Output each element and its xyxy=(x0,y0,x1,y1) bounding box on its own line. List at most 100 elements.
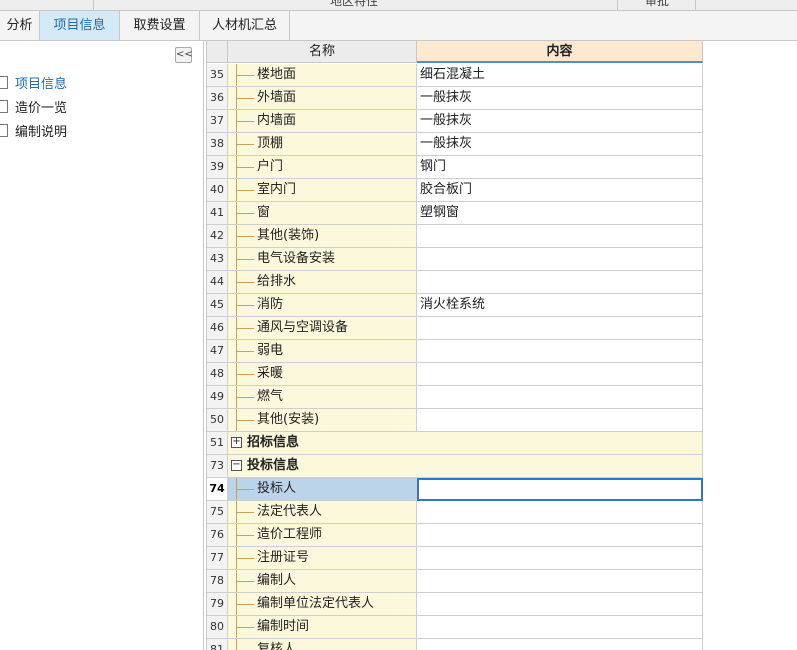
table-row[interactable]: 38 顶棚 一般抹灰 xyxy=(207,133,703,156)
document-icon xyxy=(0,124,8,137)
content-cell[interactable] xyxy=(417,409,703,432)
content-cell[interactable] xyxy=(417,616,703,639)
name-cell[interactable]: 采暖 xyxy=(228,363,417,386)
name-cell[interactable]: 顶棚 xyxy=(228,133,417,156)
name-cell[interactable]: 燃气 xyxy=(228,386,417,409)
table-row[interactable]: 77 注册证号 xyxy=(207,547,703,570)
table-row[interactable]: 43 电气设备安装 xyxy=(207,248,703,271)
name-cell[interactable]: 窗 xyxy=(228,202,417,225)
column-header-name[interactable]: 名称 xyxy=(228,41,417,63)
table-row[interactable]: 44 给排水 xyxy=(207,271,703,294)
name-cell[interactable]: 造价工程师 xyxy=(228,524,417,547)
nav-item-compile-notes[interactable]: 编制说明 xyxy=(0,123,67,143)
table-row[interactable]: 75 法定代表人 xyxy=(207,501,703,524)
tab-labor-material-summary[interactable]: 人材机汇总 xyxy=(200,11,290,40)
nav-item-project-info[interactable]: 项目信息 xyxy=(0,75,67,95)
content-cell[interactable] xyxy=(417,386,703,409)
content-cell[interactable]: 一般抹灰 xyxy=(417,110,703,133)
table-row[interactable]: 49 燃气 xyxy=(207,386,703,409)
name-cell[interactable]: 编制时间 xyxy=(228,616,417,639)
name-text: 楼地面 xyxy=(257,67,297,82)
name-cell[interactable]: 编制单位法定代表人 xyxy=(228,593,417,616)
name-cell[interactable]: 法定代表人 xyxy=(228,501,417,524)
table-row[interactable]: 46 通风与空调设备 xyxy=(207,317,703,340)
name-cell[interactable]: 注册证号 xyxy=(228,547,417,570)
content-cell[interactable] xyxy=(417,478,703,501)
content-cell[interactable]: 一般抹灰 xyxy=(417,87,703,110)
group-row[interactable]: 73− 投标信息 xyxy=(207,455,703,478)
nav-item-cost-overview[interactable]: 造价一览 xyxy=(0,99,67,119)
name-cell[interactable]: 户门 xyxy=(228,156,417,179)
expand-icon[interactable]: + xyxy=(231,437,242,448)
name-cell[interactable]: 弱电 xyxy=(228,340,417,363)
name-cell[interactable]: + 招标信息 xyxy=(228,432,703,455)
name-cell[interactable]: 投标人 xyxy=(228,478,417,501)
table-row[interactable]: 37 内墙面 一般抹灰 xyxy=(207,110,703,133)
content-cell[interactable]: 钢门 xyxy=(417,156,703,179)
content-cell[interactable] xyxy=(417,501,703,524)
table-row[interactable]: 39 户门 钢门 xyxy=(207,156,703,179)
name-cell[interactable]: 给排水 xyxy=(228,271,417,294)
content-cell[interactable] xyxy=(417,524,703,547)
tree-line xyxy=(236,213,254,214)
name-cell[interactable]: 其他(装饰) xyxy=(228,225,417,248)
row-number: 36 xyxy=(207,87,228,110)
row-number: 51 xyxy=(207,432,228,455)
table-row[interactable]: 48 采暖 xyxy=(207,363,703,386)
collapse-icon[interactable]: − xyxy=(231,460,242,471)
tree-line xyxy=(236,604,254,605)
content-cell[interactable] xyxy=(417,363,703,386)
group-row[interactable]: 51 + 招标信息 xyxy=(207,432,703,455)
content-cell[interactable] xyxy=(417,225,703,248)
name-cell[interactable]: 通风与空调设备 xyxy=(228,317,417,340)
name-cell[interactable]: 楼地面 xyxy=(228,64,417,87)
content-cell[interactable] xyxy=(417,570,703,593)
content-cell[interactable] xyxy=(417,340,703,363)
tab-analysis[interactable]: 分析 xyxy=(0,11,40,40)
table-row[interactable]: 80 编制时间 xyxy=(207,616,703,639)
table-row[interactable]: 42 其他(装饰) xyxy=(207,225,703,248)
content-cell[interactable] xyxy=(417,639,703,650)
table-row[interactable]: 45 消防 消火栓系统 xyxy=(207,294,703,317)
table-row[interactable]: 74 投标人 xyxy=(207,478,703,501)
document-icon xyxy=(0,100,8,113)
column-header-content[interactable]: 内容 xyxy=(417,41,703,63)
name-cell[interactable]: 室内门 xyxy=(228,179,417,202)
name-cell[interactable]: 编制人 xyxy=(228,570,417,593)
table-row[interactable]: 35 楼地面 细石混凝土 xyxy=(207,64,703,87)
name-cell[interactable]: − 投标信息 xyxy=(228,455,703,478)
table-row[interactable]: 50 其他(安装) xyxy=(207,409,703,432)
name-text: 顶棚 xyxy=(257,136,284,151)
content-cell[interactable]: 塑钢窗 xyxy=(417,202,703,225)
content-cell[interactable] xyxy=(417,593,703,616)
content-cell[interactable] xyxy=(417,271,703,294)
content-cell[interactable] xyxy=(417,248,703,271)
table-row[interactable]: 79 编制单位法定代表人 xyxy=(207,593,703,616)
content-cell[interactable] xyxy=(417,317,703,340)
table-row[interactable]: 36 外墙面 一般抹灰 xyxy=(207,87,703,110)
content-cell[interactable]: 胶合板门 xyxy=(417,179,703,202)
table-row[interactable]: 78 编制人 xyxy=(207,570,703,593)
name-cell[interactable]: 其他(安装) xyxy=(228,409,417,432)
name-cell[interactable]: 复核人 xyxy=(228,639,417,650)
table-row[interactable]: 41 窗 塑钢窗 xyxy=(207,202,703,225)
content-cell[interactable]: 细石混凝土 xyxy=(417,64,703,87)
row-number: 79 xyxy=(207,593,228,616)
name-cell[interactable]: 内墙面 xyxy=(228,110,417,133)
collapse-panel-button[interactable]: << xyxy=(175,47,193,63)
name-cell[interactable]: 消防 xyxy=(228,294,417,317)
tree-line xyxy=(236,558,254,559)
content-cell[interactable]: 消火栓系统 xyxy=(417,294,703,317)
table-row[interactable]: 81 复核人 xyxy=(207,639,703,650)
table-row[interactable]: 40 室内门 胶合板门 xyxy=(207,179,703,202)
table-row[interactable]: 47 弱电 xyxy=(207,340,703,363)
content-cell[interactable]: 一般抹灰 xyxy=(417,133,703,156)
table-row[interactable]: 76 造价工程师 xyxy=(207,524,703,547)
grid-corner-cell xyxy=(207,41,228,63)
name-text: 其他(装饰) xyxy=(257,228,320,243)
name-cell[interactable]: 外墙面 xyxy=(228,87,417,110)
tab-fee-settings[interactable]: 取费设置 xyxy=(120,11,200,40)
name-cell[interactable]: 电气设备安装 xyxy=(228,248,417,271)
tab-project-info[interactable]: 项目信息 xyxy=(40,11,120,40)
content-cell[interactable] xyxy=(417,547,703,570)
